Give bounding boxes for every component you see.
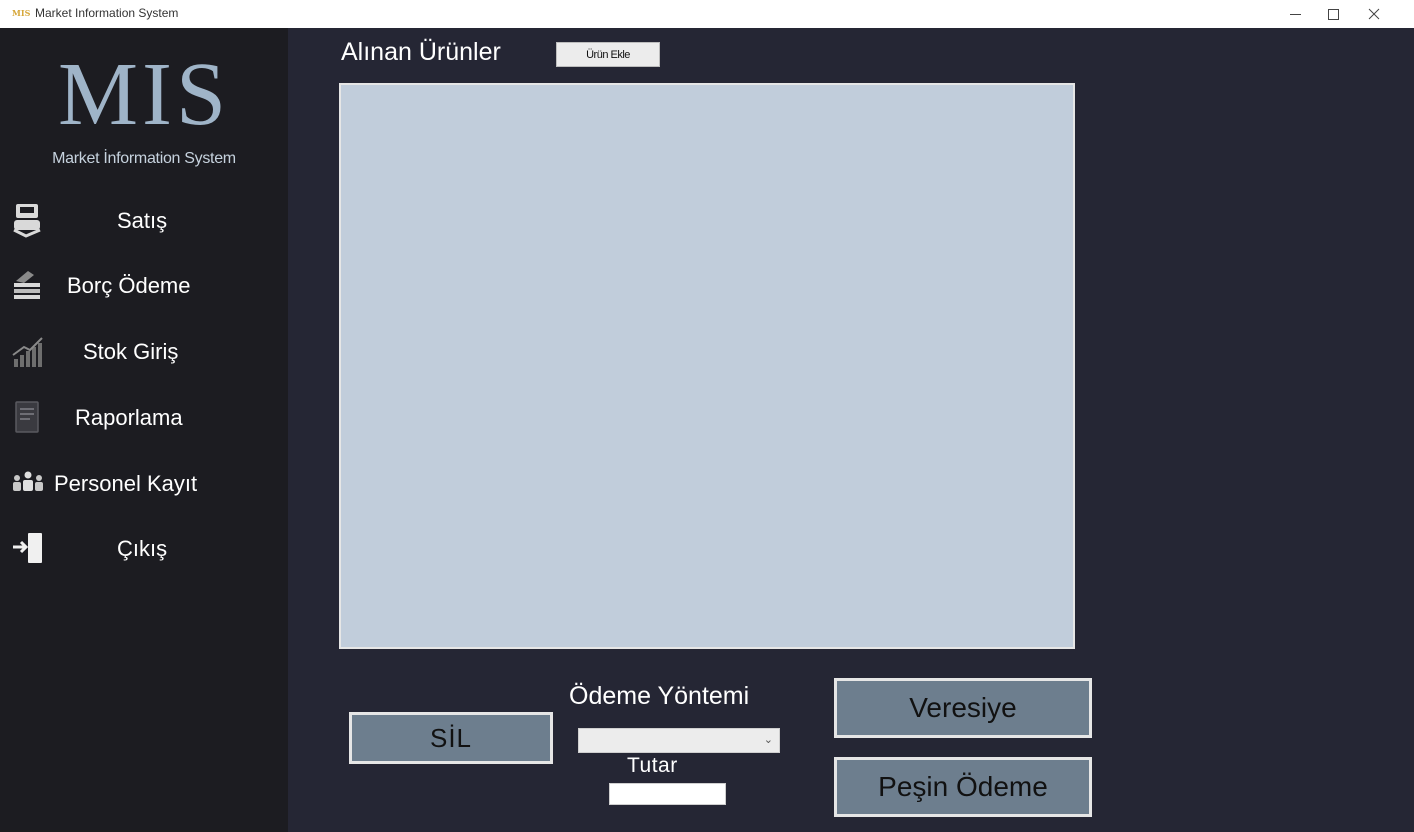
purchased-products-list[interactable] bbox=[339, 83, 1075, 649]
sidebar-item-label: Satış bbox=[117, 208, 168, 233]
sidebar-item-label: Personel Kayıt bbox=[54, 471, 198, 496]
money-stack-icon bbox=[14, 271, 40, 299]
sidebar-item-raporlama[interactable]: Raporlama bbox=[0, 391, 288, 443]
page-title: Alınan Ürünler bbox=[341, 38, 501, 66]
minimize-icon bbox=[1289, 13, 1301, 15]
sidebar-item-stok-giris[interactable]: Stok Giriş bbox=[0, 325, 288, 377]
sidebar-item-cikis[interactable]: Çıkış bbox=[0, 522, 288, 574]
chart-growth-icon bbox=[12, 337, 43, 367]
report-document-icon bbox=[15, 401, 39, 433]
maximize-button[interactable] bbox=[1313, 0, 1353, 28]
cash-register-icon bbox=[13, 204, 41, 238]
amount-input[interactable] bbox=[609, 783, 726, 805]
payment-method-label: Ödeme Yöntemi bbox=[569, 682, 750, 710]
people-group-icon bbox=[13, 471, 43, 491]
cash-payment-button[interactable]: Peşin Ödeme bbox=[834, 757, 1092, 817]
exit-door-icon bbox=[13, 533, 42, 563]
delete-button[interactable]: SİL bbox=[349, 712, 553, 764]
sidebar-item-label: Raporlama bbox=[75, 405, 183, 430]
app-icon: MIS bbox=[12, 8, 31, 18]
sidebar-item-personel-kayit[interactable]: Personel Kayıt bbox=[0, 457, 288, 509]
sidebar-item-label: Borç Ödeme bbox=[67, 273, 191, 298]
sidebar-item-borc-odeme[interactable]: Borç Ödeme bbox=[0, 259, 288, 311]
amount-label: Tutar bbox=[627, 754, 678, 777]
sidebar-item-satis[interactable]: Satış bbox=[0, 194, 288, 246]
credit-sale-button[interactable]: Veresiye bbox=[834, 678, 1092, 738]
add-product-button[interactable]: Ürün Ekle bbox=[556, 42, 660, 67]
app-logo-subtitle: Market İnformation System bbox=[52, 150, 236, 167]
sidebar-item-label: Çıkış bbox=[117, 536, 168, 561]
sidebar-item-label: Stok Giriş bbox=[83, 339, 179, 364]
minimize-button[interactable] bbox=[1275, 0, 1315, 28]
close-button[interactable] bbox=[1354, 0, 1394, 28]
maximize-icon bbox=[1327, 8, 1339, 20]
window-titlebar: MIS Market Information System bbox=[0, 0, 1414, 28]
app-logo: MIS bbox=[57, 45, 231, 144]
window-title: Market Information System bbox=[35, 6, 179, 20]
sidebar: MIS Market İnformation System Satış Borç… bbox=[0, 28, 288, 832]
main-content: Alınan Ürünler Ürün Ekle SİL Ödeme Yönte… bbox=[288, 28, 1414, 832]
close-icon bbox=[1368, 8, 1380, 20]
payment-method-select[interactable]: ⌄ bbox=[578, 728, 780, 753]
chevron-down-icon: ⌄ bbox=[763, 734, 773, 746]
